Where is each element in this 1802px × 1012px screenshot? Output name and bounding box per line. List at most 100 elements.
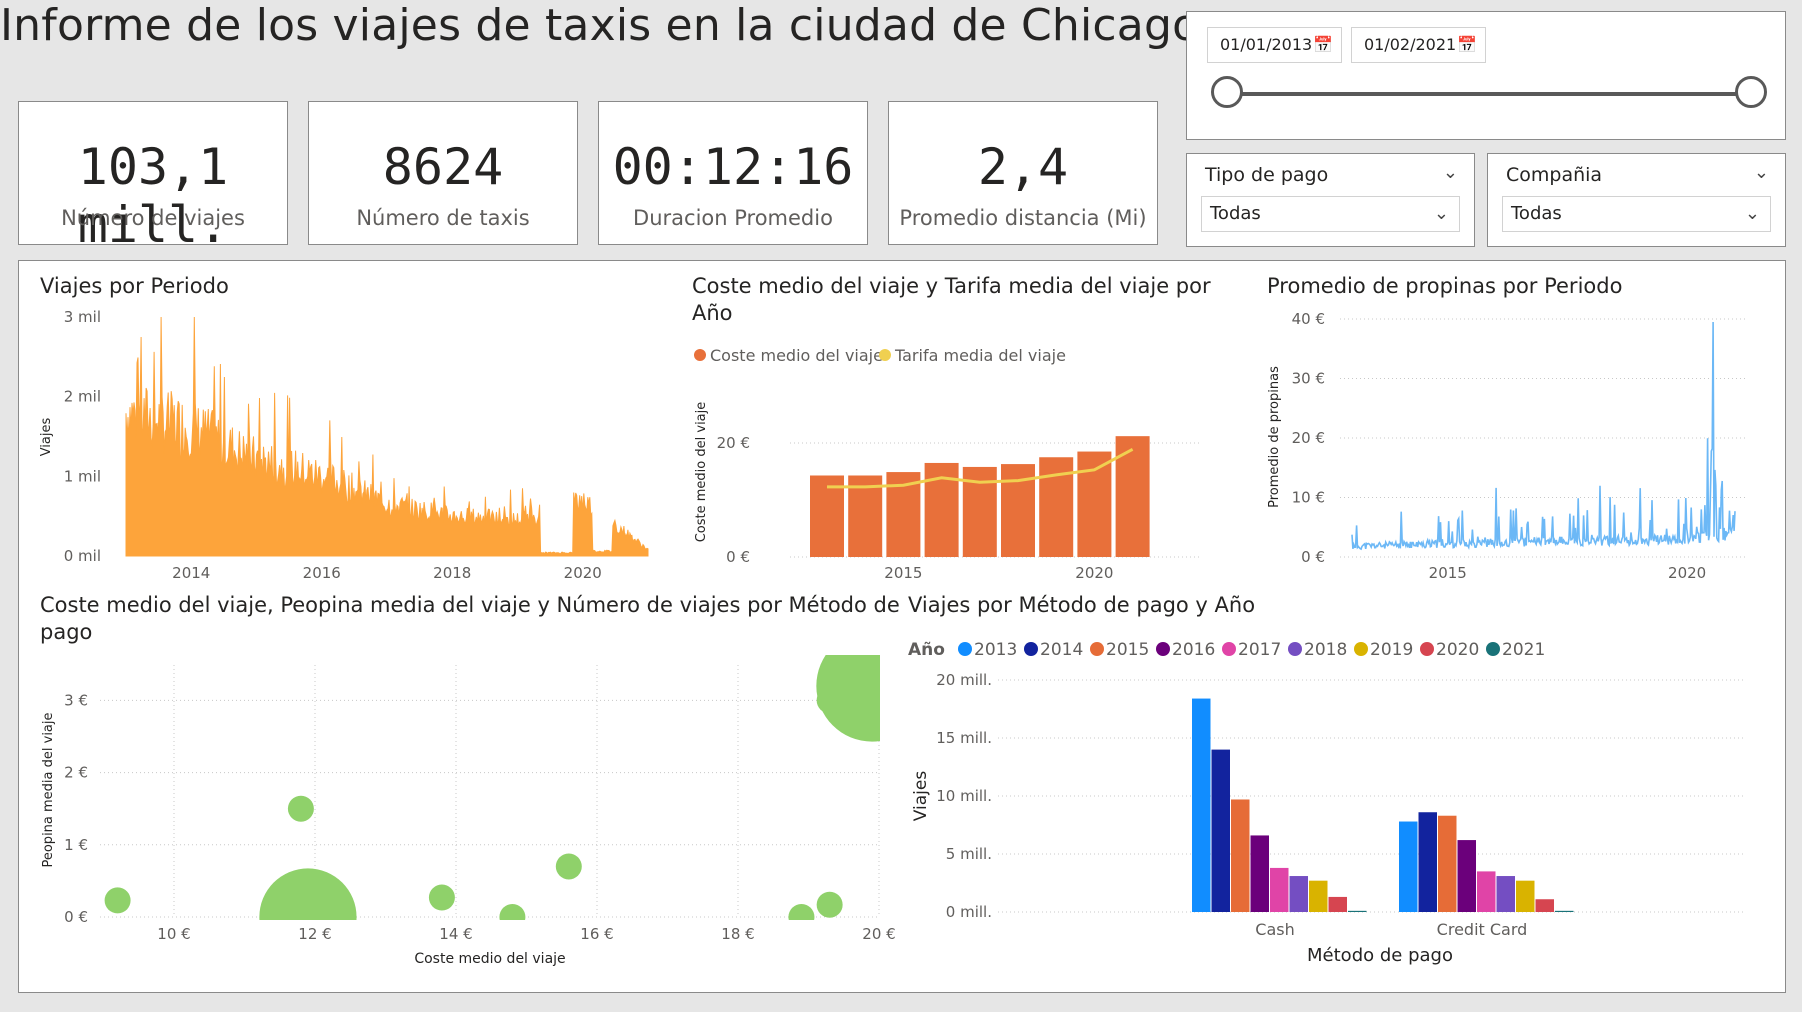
legend-label: 2017 [1238, 640, 1281, 660]
y-tick-label: 0 € [64, 908, 88, 926]
method-bar [1496, 876, 1515, 912]
x-tick-label: 12 € [298, 925, 331, 943]
legend-marker [958, 642, 972, 656]
legend-label: 2020 [1436, 640, 1479, 660]
y-tick-label: 2 mil [64, 388, 101, 406]
scatter-bubble [428, 884, 455, 911]
method-bar [1348, 910, 1367, 912]
legend-label: 2021 [1502, 640, 1545, 660]
legend-label: Tarifa media del viaje [894, 346, 1066, 365]
y-tick-label: 30 € [1292, 370, 1325, 388]
y-axis-title: Viajes [39, 417, 54, 456]
y-tick-label: 20 € [1292, 429, 1325, 447]
method-bar [1438, 815, 1457, 912]
y-axis-title: Coste medio del viaje [694, 402, 709, 543]
x-axis-title: Método de pago [1307, 945, 1453, 966]
legend-label: 2018 [1304, 640, 1347, 660]
scatter-bubble [788, 904, 815, 920]
y-tick-label: 5 mill. [946, 845, 992, 863]
legend-marker [1486, 642, 1500, 656]
y-tick-label: 1 € [64, 836, 88, 854]
x-tick-label: 20 € [862, 925, 895, 943]
y-tick-label: 40 € [1292, 310, 1325, 328]
y-axis-title: Peopina media del viaje [41, 712, 56, 867]
y-tick-label: 10 mill. [936, 787, 992, 805]
charts-canvas: 0 mil 1 mil 2 mil 3 mil 2014 2016 2018 2020 Viaj… [39, 308, 1745, 967]
method-bar [1250, 835, 1269, 912]
legend-marker [694, 349, 706, 361]
legend-title: Año [908, 640, 945, 660]
legend-label: 2019 [1370, 640, 1413, 660]
scatter-chart: 0 € 1 € 2 € 3 € 10 € 12 € 14 € 16 € 18 € 20 € Peop… [41, 655, 896, 967]
y-tick-label: 0 mil [64, 547, 101, 565]
x-tick-label: 2020 [1668, 564, 1706, 582]
method-bar [1477, 871, 1496, 912]
y-tick-label: 1 mil [64, 467, 101, 485]
y-tick-label: 0 mill. [946, 903, 992, 921]
method-bar [1399, 821, 1418, 912]
legend-marker [1222, 642, 1236, 656]
x-tick-label: Cash [1255, 920, 1294, 939]
legend-marker [1024, 642, 1038, 656]
legend-marker [1420, 642, 1434, 656]
trips-area-series [125, 316, 649, 557]
x-tick-label: 2020 [564, 564, 602, 582]
x-tick-label: 2016 [303, 564, 341, 582]
legend-label: 2016 [1172, 640, 1215, 660]
method-bar [1192, 698, 1211, 912]
legend-label: Coste medio del viaje [710, 346, 883, 365]
x-tick-label: 2015 [884, 564, 922, 582]
x-tick-label: 18 € [721, 925, 754, 943]
cost-bar [1077, 451, 1112, 557]
y-tick-label: 0 € [726, 548, 750, 566]
method-bar [1555, 910, 1574, 912]
x-tick-label: Credit Card [1437, 920, 1528, 939]
legend-marker [1354, 642, 1368, 656]
method-bar [1535, 899, 1554, 912]
y-tick-label: 15 mill. [936, 729, 992, 747]
y-tick-label: 20 € [717, 434, 750, 452]
method-bar [1289, 876, 1308, 912]
y-tick-label: 0 € [1301, 548, 1325, 566]
legend-marker [879, 349, 891, 361]
legend-marker [1288, 642, 1302, 656]
x-tick-label: 2020 [1075, 564, 1113, 582]
tips-line-series [1351, 321, 1736, 551]
x-tick-label: 2018 [433, 564, 471, 582]
method-bar [1418, 812, 1437, 912]
y-tick-label: 3 mil [64, 308, 101, 326]
scatter-bubble [816, 891, 843, 918]
y-axis-title: Viajes [911, 771, 931, 822]
x-axis-title: Coste medio del viaje [414, 951, 565, 967]
method-bar [1270, 867, 1289, 912]
legend-marker [1156, 642, 1170, 656]
method-chart: Año 2013 2014 2015 2016 2017 2018 2019 2020 2021 0… [908, 640, 1745, 966]
y-axis-title: Promedio de propinas [1267, 366, 1282, 508]
scatter-bubble [287, 795, 314, 822]
method-bar [1211, 749, 1230, 912]
legend-label: 2013 [974, 640, 1017, 660]
method-bar [1309, 880, 1328, 912]
method-bar [1328, 896, 1347, 912]
legend-label: 2014 [1040, 640, 1083, 660]
scatter-bubble [104, 887, 131, 914]
x-tick-label: 2014 [172, 564, 210, 582]
x-tick-label: 10 € [157, 925, 190, 943]
scatter-bubble [259, 868, 357, 920]
y-tick-label: 10 € [1292, 489, 1325, 507]
y-tick-label: 3 € [64, 691, 88, 709]
method-bar [1516, 880, 1535, 912]
x-tick-label: 2015 [1429, 564, 1467, 582]
cost-chart: Coste medio del viaje Tarifa media del vi… [694, 346, 1200, 582]
scatter-bubble [555, 853, 582, 880]
tips-chart: 0 € 10 € 20 € 30 € 40 € Promedio de propinas 2… [1267, 310, 1745, 582]
method-bar [1457, 840, 1476, 912]
y-tick-label: 20 mill. [936, 671, 992, 689]
scatter-bubble [499, 904, 526, 920]
x-tick-label: 16 € [580, 925, 613, 943]
trips-chart: 0 mil 1 mil 2 mil 3 mil 2014 2016 2018 2020 Viaj… [39, 308, 649, 582]
y-tick-label: 2 € [64, 764, 88, 782]
x-tick-label: 14 € [439, 925, 472, 943]
method-bar [1231, 799, 1250, 912]
legend-label: 2015 [1106, 640, 1149, 660]
